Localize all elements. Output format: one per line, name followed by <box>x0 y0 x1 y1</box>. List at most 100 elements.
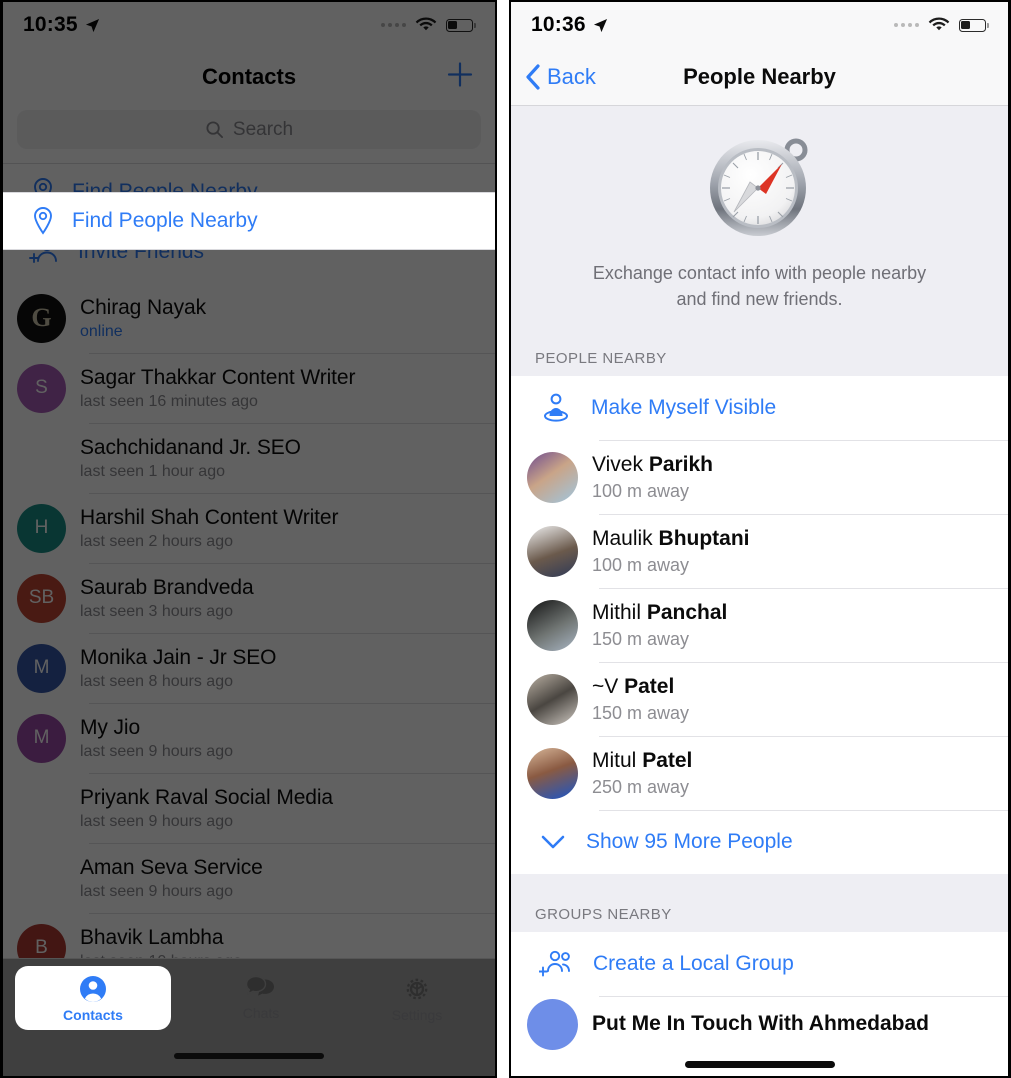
person-on-location-icon <box>544 393 568 422</box>
status-bar-time-group: 10:35 <box>23 13 100 37</box>
person-row[interactable]: Mitul Patel 250 m away <box>511 736 1008 811</box>
person-distance: 150 m away <box>592 702 690 723</box>
contact-status: last seen 9 hours ago <box>80 812 233 830</box>
contact-row[interactable]: M Monika Jain - Jr SEO last seen 8 hours a… <box>3 633 495 703</box>
person-texts: Mitul Patel 250 m away <box>592 749 692 798</box>
signal-dots-icon <box>381 23 406 27</box>
show-more-people-label: Show 95 More People <box>586 830 793 854</box>
compass-icon <box>702 128 818 244</box>
contact-row[interactable]: S Sagar Thakkar Content Writer last seen 1… <box>3 353 495 423</box>
contact-status: last seen 9 hours ago <box>80 742 233 760</box>
contact-row[interactable]: Priyank Raval Social Media last seen 9 ho… <box>3 773 495 843</box>
status-bar-time-group: 10:36 <box>531 13 608 37</box>
make-myself-visible-label: Make Myself Visible <box>591 396 777 420</box>
bottom-tab-bar[interactable]: Contacts Chats Settings <box>3 958 495 1076</box>
hero-description-line2: and find new friends. <box>676 289 843 310</box>
status-bar-indicators <box>894 17 989 33</box>
back-button[interactable]: Back <box>525 63 596 91</box>
avatar <box>17 784 66 833</box>
person-avatar <box>527 525 578 577</box>
contact-name: Chirag Nayak <box>80 295 207 319</box>
contact-texts: Sagar Thakkar Content Writer last seen 16… <box>80 366 355 411</box>
contacts-list[interactable]: G Chirag Nayak online S Sagar Thakkar Conten… <box>3 283 495 983</box>
avatar: M <box>17 713 66 763</box>
contact-texts: Chirag Nayak online <box>80 296 206 341</box>
contact-texts: Aman Seva Service last seen 9 hours ago <box>80 856 263 901</box>
chat-bubbles-icon <box>246 975 274 996</box>
person-name: ~V Patel <box>592 674 675 698</box>
contact-texts: Saurab Brandveda last seen 3 hours ago <box>80 576 254 621</box>
person-name: Mitul Patel <box>592 748 693 772</box>
show-more-people-row[interactable]: Show 95 More People <box>511 810 1008 875</box>
person-row[interactable]: Maulik Bhuptani 100 m away <box>511 514 1008 589</box>
contact-name: Saurab Brandveda <box>80 575 254 599</box>
contact-row[interactable]: SB Saurab Brandveda last seen 3 hours ago <box>3 563 495 633</box>
location-pin-icon <box>34 207 52 235</box>
person-avatar <box>527 747 578 799</box>
people-nearby-list[interactable]: Make Myself Visible Vivek Parikh 100 m aw… <box>511 376 1008 875</box>
tab-settings[interactable]: Settings <box>339 974 495 1023</box>
tab-chats[interactable]: Chats <box>183 975 339 1021</box>
avatar: G <box>17 293 66 343</box>
avatar: H <box>17 503 66 553</box>
make-myself-visible-row[interactable]: Make Myself Visible <box>511 376 1008 441</box>
search-input[interactable]: Search <box>17 110 481 149</box>
contact-status: last seen 9 hours ago <box>80 882 233 900</box>
back-label: Back <box>547 63 596 89</box>
plus-icon[interactable] <box>445 60 475 95</box>
person-name: Maulik Bhuptani <box>592 526 750 550</box>
person-texts: Maulik Bhuptani 100 m away <box>592 527 750 576</box>
status-time: 10:35 <box>23 13 78 36</box>
contact-texts: Priyank Raval Social Media last seen 9 ho… <box>80 786 333 831</box>
left-phone-screen: 10:35 Contacts Search Invite Friends G C… <box>0 0 497 1078</box>
left-status-bar: 10:35 <box>3 2 495 48</box>
search-area: Search <box>3 106 495 163</box>
contact-status: last seen 1 hour ago <box>80 462 225 480</box>
contact-texts: My Jio last seen 9 hours ago <box>80 716 233 761</box>
contact-name: Aman Seva Service <box>80 855 263 879</box>
wifi-icon <box>415 17 437 31</box>
tab-contacts[interactable]: Contacts <box>15 966 171 1030</box>
gear-icon <box>406 978 428 999</box>
page-title: Contacts <box>201 64 297 89</box>
group-row[interactable]: Put Me In Touch With Ahmedabad <box>511 996 1008 1053</box>
groups-nearby-section-header: GROUPS NEARBY <box>511 894 1008 933</box>
tab-settings-label: Settings <box>391 1006 443 1023</box>
avatar <box>17 854 66 903</box>
contact-name: My Jio <box>80 715 141 739</box>
contact-status: last seen 3 hours ago <box>80 602 233 620</box>
status-time: 10:36 <box>531 13 586 36</box>
person-name: Mithil Panchal <box>592 600 728 624</box>
battery-icon <box>959 18 989 32</box>
battery-icon <box>446 18 476 32</box>
find-people-nearby-row[interactable]: Find People Nearby <box>3 192 495 250</box>
create-local-group-row[interactable]: Create a Local Group <box>511 932 1008 997</box>
two-phone-screenshot: 10:35 Contacts Search Invite Friends G C… <box>0 0 1011 1078</box>
group-name: Put Me In Touch With Ahmedabad <box>592 1012 929 1036</box>
wifi-icon <box>928 17 950 31</box>
hero-description: Exchange contact info with people nearby… <box>511 260 1008 312</box>
person-avatar <box>527 451 578 503</box>
contact-name: Sagar Thakkar Content Writer <box>80 365 356 389</box>
person-circle-icon <box>80 976 106 1002</box>
person-row[interactable]: ~V Patel 150 m away <box>511 662 1008 737</box>
avatar: M <box>17 643 66 693</box>
contact-name: Bhavik Lambha <box>80 925 224 949</box>
right-status-bar: 10:36 <box>511 2 1008 48</box>
contact-row[interactable]: H Harshil Shah Content Writer last seen 2 … <box>3 493 495 563</box>
contact-row[interactable]: G Chirag Nayak online <box>3 283 495 353</box>
right-phone-screen: 10:36 Back People Nearby Exchange contac… <box>509 0 1011 1078</box>
contact-row[interactable]: Sachchidanand Jr. SEO last seen 1 hour ag… <box>3 423 495 493</box>
contact-status: last seen 8 hours ago <box>80 672 233 690</box>
right-navbar: Back People Nearby <box>511 48 1008 106</box>
contact-status: online <box>80 322 123 340</box>
search-placeholder: Search <box>232 118 294 140</box>
contact-row[interactable]: Aman Seva Service last seen 9 hours ago <box>3 843 495 913</box>
person-row[interactable]: Vivek Parikh 100 m away <box>511 440 1008 515</box>
groups-nearby-list[interactable]: Create a Local Group Put Me In Touch Wit… <box>511 932 1008 1053</box>
section-gap <box>511 874 1008 895</box>
person-row[interactable]: Mithil Panchal 150 m away <box>511 588 1008 663</box>
create-local-group-label: Create a Local Group <box>593 952 794 976</box>
contact-row[interactable]: M My Jio last seen 9 hours ago <box>3 703 495 773</box>
avatar: S <box>17 363 66 413</box>
